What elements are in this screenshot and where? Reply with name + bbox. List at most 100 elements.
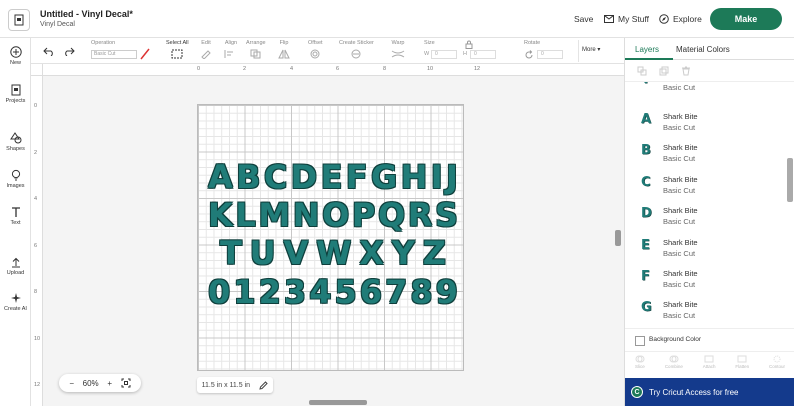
horizontal-scrollbar[interactable] bbox=[309, 400, 367, 405]
glyph[interactable]: V bbox=[284, 237, 309, 269]
explore-link[interactable]: Explore bbox=[659, 14, 702, 24]
warp-button[interactable]: Warp bbox=[391, 40, 405, 59]
undo-button[interactable] bbox=[43, 45, 55, 56]
glyph[interactable]: N bbox=[293, 199, 320, 231]
glyph[interactable]: R bbox=[408, 199, 433, 231]
glyph[interactable]: P bbox=[352, 199, 375, 231]
save-button[interactable]: Save bbox=[574, 14, 593, 24]
operation-select[interactable]: Basic Cut bbox=[91, 50, 137, 59]
height-field[interactable]: 0 bbox=[470, 50, 496, 59]
edit-button[interactable]: Edit bbox=[200, 40, 212, 59]
my-stuff-link[interactable]: My Stuff bbox=[604, 14, 649, 24]
glyph[interactable]: G bbox=[371, 161, 397, 193]
glyph[interactable]: K bbox=[208, 199, 233, 231]
glyph[interactable]: X bbox=[359, 237, 384, 269]
tab-layers[interactable]: Layers bbox=[635, 45, 659, 54]
layer-item[interactable]: G Shark Bite Basic Cut bbox=[625, 296, 785, 322]
layer-item[interactable]: D Shark Bite Basic Cut bbox=[625, 202, 785, 233]
linetype-swatch-icon[interactable] bbox=[140, 48, 150, 60]
pencil-icon[interactable] bbox=[259, 380, 269, 390]
design-canvas[interactable]: 0 2 4 6 8 10 12 0 2 4 6 8 10 12 A B C D … bbox=[31, 64, 624, 406]
mat-grid[interactable]: A B C D E F G H I J K L M N O P Q R S T … bbox=[197, 104, 464, 371]
glyph[interactable]: Y bbox=[392, 237, 415, 269]
background-color-row[interactable]: Background Color bbox=[625, 328, 794, 350]
arrange-button[interactable]: Arrange bbox=[246, 40, 266, 59]
make-button[interactable]: Make bbox=[710, 8, 782, 30]
layers-list[interactable]: Y Basic Cut A Shark Bite Basic Cut B Sha… bbox=[625, 82, 785, 322]
glyph[interactable]: H bbox=[401, 161, 428, 193]
glyph[interactable]: D bbox=[291, 161, 318, 193]
glyph[interactable]: J bbox=[446, 161, 458, 193]
glyph[interactable]: I bbox=[431, 161, 443, 193]
trash-icon[interactable] bbox=[681, 66, 691, 76]
ruler-horizontal: 0 2 4 6 8 10 12 bbox=[43, 64, 624, 76]
flip-button[interactable]: Flip bbox=[278, 40, 290, 59]
rail-item-projects[interactable]: Projects bbox=[0, 84, 31, 104]
layer-item[interactable]: C Shark Bite Basic Cut bbox=[625, 171, 785, 202]
glyph[interactable]: 3 bbox=[284, 276, 306, 308]
lock-icon[interactable] bbox=[465, 40, 473, 49]
tab-material-colors[interactable]: Material Colors bbox=[676, 45, 730, 54]
rail-item-new[interactable]: New bbox=[0, 46, 31, 66]
offset-button[interactable]: Offset bbox=[308, 40, 323, 59]
layer-item[interactable]: B Shark Bite Basic Cut bbox=[625, 139, 785, 170]
glyph[interactable]: Q bbox=[378, 199, 405, 231]
duplicate-icon[interactable] bbox=[659, 66, 669, 76]
rotate-title: Rotate bbox=[524, 40, 540, 48]
background-color-checkbox[interactable] bbox=[635, 336, 645, 346]
glyph[interactable]: 0 bbox=[208, 276, 230, 308]
rail-item-upload[interactable]: Upload bbox=[0, 256, 31, 276]
glyph[interactable]: 9 bbox=[436, 276, 458, 308]
vertical-scrollbar[interactable] bbox=[615, 230, 621, 246]
combine-button[interactable]: Combine bbox=[665, 352, 683, 377]
rail-item-shapes[interactable]: Shapes bbox=[0, 132, 31, 152]
glyph[interactable]: E bbox=[321, 161, 343, 193]
layer-item[interactable]: F Shark Bite Basic Cut bbox=[625, 265, 785, 296]
glyph[interactable]: 2 bbox=[259, 276, 281, 308]
layer-item[interactable]: A Shark Bite Basic Cut bbox=[625, 108, 785, 139]
rail-item-text[interactable]: Text bbox=[0, 206, 31, 226]
glyph[interactable]: 4 bbox=[309, 276, 331, 308]
glyph[interactable]: O bbox=[322, 199, 349, 231]
create-sticker-button[interactable]: Create Sticker bbox=[339, 40, 374, 59]
contour-button[interactable]: Contour bbox=[769, 352, 785, 377]
document-icon[interactable] bbox=[8, 9, 30, 31]
glyph[interactable]: A bbox=[208, 161, 233, 193]
glyph[interactable]: U bbox=[250, 237, 276, 269]
layers-scrollbar[interactable] bbox=[787, 158, 793, 202]
glyph[interactable]: B bbox=[236, 161, 260, 193]
rotate-field[interactable]: 0 bbox=[537, 50, 563, 59]
fit-to-screen-icon[interactable] bbox=[121, 378, 131, 388]
attach-button[interactable]: Attach bbox=[703, 352, 715, 377]
glyph[interactable]: S bbox=[435, 199, 458, 231]
layer-item[interactable]: Y Basic Cut bbox=[625, 82, 785, 99]
zoom-out-button[interactable]: − bbox=[69, 379, 74, 388]
align-button[interactable]: Align bbox=[224, 40, 238, 59]
zoom-in-button[interactable]: + bbox=[107, 379, 112, 388]
rail-item-create-ai[interactable]: Create AI bbox=[0, 292, 31, 312]
select-all-button[interactable]: Select All bbox=[166, 40, 189, 59]
glyph[interactable]: M bbox=[258, 199, 290, 231]
flatten-button[interactable]: Flatten bbox=[735, 352, 749, 377]
layer-item[interactable]: E Shark Bite Basic Cut bbox=[625, 234, 785, 265]
glyph[interactable]: L bbox=[235, 199, 255, 231]
slice-button[interactable]: Slice bbox=[635, 352, 645, 377]
glyph[interactable]: 1 bbox=[233, 276, 255, 308]
group-icon[interactable] bbox=[637, 66, 647, 76]
glyph[interactable]: Z bbox=[423, 237, 446, 269]
glyph[interactable]: F bbox=[346, 161, 368, 193]
glyph[interactable]: C bbox=[264, 161, 287, 193]
glyph[interactable]: W bbox=[316, 237, 351, 269]
glyph[interactable]: 6 bbox=[360, 276, 382, 308]
glyph[interactable]: 8 bbox=[410, 276, 432, 308]
cricut-access-banner[interactable]: C Try Cricut Access for free bbox=[625, 378, 794, 406]
width-field[interactable]: 0 bbox=[431, 50, 457, 59]
more-button[interactable]: More ▾ bbox=[582, 46, 600, 53]
glyph[interactable]: 7 bbox=[385, 276, 407, 308]
rail-item-images[interactable]: Images bbox=[0, 169, 31, 189]
redo-button[interactable] bbox=[63, 45, 75, 56]
number-row: 0 1 2 3 4 5 6 7 8 9 bbox=[208, 276, 458, 308]
document-title[interactable]: Untitled - Vinyl Decal* bbox=[40, 9, 133, 19]
glyph[interactable]: T bbox=[220, 237, 242, 269]
glyph[interactable]: 5 bbox=[334, 276, 356, 308]
